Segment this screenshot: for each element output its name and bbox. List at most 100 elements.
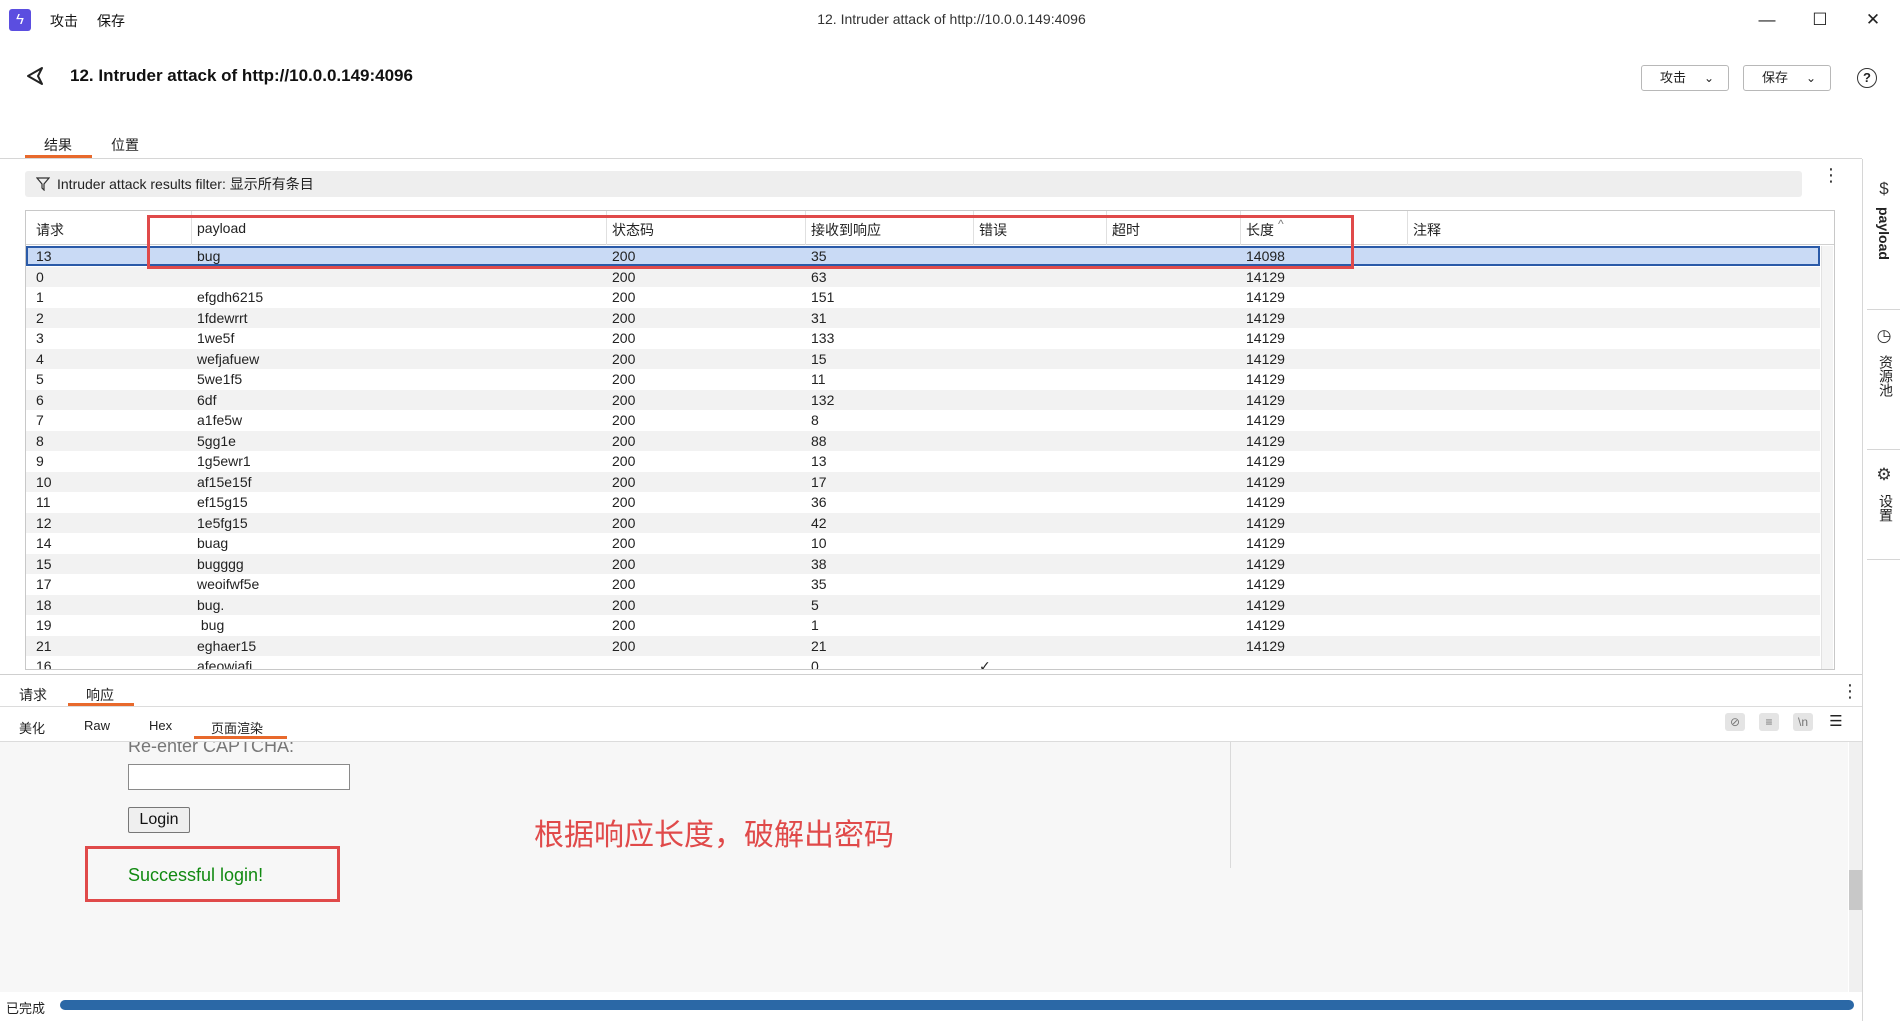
- cell-length: 14129: [1246, 535, 1285, 551]
- view-tab-render[interactable]: 页面渲染: [211, 718, 263, 737]
- cell-request: 7: [36, 412, 44, 428]
- column-separator[interactable]: [973, 211, 974, 245]
- login-button[interactable]: Login: [128, 807, 190, 833]
- column-payload[interactable]: payload: [197, 220, 246, 236]
- panel-splitter[interactable]: [0, 674, 1862, 675]
- cell-length: 14129: [1246, 637, 1285, 654]
- table-row[interactable]: 12 1e5fg15 200 42 14129: [26, 512, 1820, 533]
- minimize-icon[interactable]: —: [1749, 6, 1785, 34]
- table-row[interactable]: 4 wefjafuew 200 15 14129: [26, 348, 1820, 369]
- table-row[interactable]: 13 bug 200 35 14098: [26, 246, 1820, 266]
- captcha-label: Re-enter CAPTCHA:: [128, 742, 295, 756]
- maximize-icon[interactable]: ☐: [1802, 6, 1838, 34]
- column-comment[interactable]: 注释: [1413, 220, 1441, 240]
- tab-request[interactable]: 请求: [19, 685, 47, 705]
- cell-length: 14129: [1246, 514, 1285, 531]
- attack-dropdown-button[interactable]: 攻击 ⌄: [1641, 65, 1729, 91]
- render-scrollbar-thumb[interactable]: [1849, 870, 1862, 910]
- results-filter-bar[interactable]: Intruder attack results filter: 显示所有条目: [25, 171, 1802, 197]
- close-icon[interactable]: ✕: [1855, 6, 1891, 34]
- cell-payload: efgdh6215: [197, 289, 264, 305]
- tab-response[interactable]: 响应: [86, 685, 114, 705]
- back-icon[interactable]: [24, 65, 46, 87]
- captcha-input[interactable]: [128, 764, 350, 790]
- menu-icon[interactable]: ☰: [1826, 713, 1846, 731]
- column-length[interactable]: 长度: [1246, 220, 1274, 240]
- column-separator[interactable]: [606, 211, 607, 245]
- table-row[interactable]: 9 1g5ewr1 200 13 14129: [26, 451, 1820, 471]
- table-row[interactable]: 21 eghaer15 200 21 14129: [26, 635, 1820, 656]
- table-row[interactable]: 8 5gg1e 200 88 14129: [26, 430, 1820, 451]
- rail-payload-label[interactable]: payload: [1876, 207, 1892, 260]
- column-request[interactable]: 请求: [36, 220, 64, 240]
- table-row[interactable]: 16 afeowiafj 0 ✓: [26, 656, 1820, 670]
- table-row[interactable]: 14 buag 200 10 14129: [26, 533, 1820, 553]
- clock-icon[interactable]: ◷: [1874, 326, 1894, 346]
- cell-request: 5: [36, 371, 44, 387]
- column-response-received[interactable]: 接收到响应: [811, 220, 881, 240]
- column-separator[interactable]: [805, 211, 806, 245]
- cell-request: 2: [36, 309, 44, 326]
- table-row[interactable]: 17 weoifwf5e 200 35 14129: [26, 574, 1820, 594]
- column-separator[interactable]: [191, 211, 192, 245]
- table-row[interactable]: 2 1fdewrrt 200 31 14129: [26, 307, 1820, 328]
- save-button-label: 保存: [1762, 70, 1789, 85]
- save-dropdown-button[interactable]: 保存 ⌄: [1743, 65, 1831, 91]
- table-row[interactable]: 3 1we5f 200 133 14129: [26, 328, 1820, 348]
- column-timeout[interactable]: 超时: [1112, 220, 1140, 240]
- cell-payload: 5gg1e: [197, 432, 236, 449]
- view-tab-raw[interactable]: Raw: [84, 718, 110, 733]
- tab-results[interactable]: 结果: [44, 135, 72, 155]
- column-separator[interactable]: [1106, 211, 1107, 245]
- gear-icon[interactable]: ⚙: [1874, 465, 1894, 485]
- table-row[interactable]: 10 af15e15f 200 17 14129: [26, 471, 1820, 492]
- cell-status-code: 200: [612, 350, 636, 367]
- menu-attack[interactable]: 攻击: [50, 11, 78, 31]
- column-separator[interactable]: [1407, 211, 1408, 245]
- table-row[interactable]: 7 a1fe5w 200 8 14129: [26, 410, 1820, 430]
- cell-response-received: 42: [811, 514, 827, 531]
- cell-payload: bugggg: [197, 555, 244, 572]
- table-row[interactable]: 6 6df 200 132 14129: [26, 389, 1820, 410]
- table-row[interactable]: 0 200 63 14129: [26, 266, 1820, 287]
- table-scrollbar[interactable]: [1821, 246, 1833, 669]
- payload-icon[interactable]: $: [1874, 179, 1894, 199]
- menu-save[interactable]: 保存: [97, 11, 125, 31]
- cell-status-code: 200: [612, 473, 636, 490]
- view-tab-pretty[interactable]: 美化: [19, 718, 45, 737]
- table-row[interactable]: 11 ef15g15 200 36 14129: [26, 492, 1820, 512]
- hide-icon[interactable]: ⊘: [1725, 713, 1745, 731]
- cell-length: 14129: [1246, 576, 1285, 592]
- column-status-code[interactable]: 状态码: [612, 220, 654, 240]
- chevron-down-icon: ⌄: [1805, 71, 1816, 85]
- cell-payload: 1g5ewr1: [197, 453, 251, 469]
- table-row[interactable]: 1 efgdh6215 200 151 14129: [26, 287, 1820, 307]
- cell-response-received: 35: [811, 248, 827, 264]
- show-newlines-icon[interactable]: \n: [1793, 713, 1813, 731]
- cell-length: 14129: [1246, 617, 1285, 633]
- rail-settings-label[interactable]: 设置: [1876, 494, 1896, 522]
- annotation-text: 根据响应长度，破解出密码: [534, 819, 894, 852]
- wrap-lines-icon[interactable]: ≡: [1759, 713, 1779, 731]
- filter-more-icon[interactable]: ⋮: [1822, 166, 1840, 184]
- view-tab-hex[interactable]: Hex: [149, 718, 172, 733]
- render-scrollbar[interactable]: [1849, 742, 1862, 992]
- cell-error: ✓: [979, 658, 991, 670]
- column-error[interactable]: 错误: [979, 220, 1007, 240]
- cell-status-code: 200: [612, 289, 636, 305]
- rail-resource-pool-label[interactable]: 资源池: [1876, 355, 1896, 397]
- table-row[interactable]: 15 bugggg 200 38 14129: [26, 553, 1820, 574]
- table-row[interactable]: 19 bug 200 1 14129: [26, 615, 1820, 635]
- tab-positions[interactable]: 位置: [111, 135, 139, 155]
- column-separator[interactable]: [1240, 211, 1241, 245]
- table-row[interactable]: 18 bug. 200 5 14129: [26, 594, 1820, 615]
- cell-request: 9: [36, 453, 44, 469]
- table-row[interactable]: 5 5we1f5 200 11 14129: [26, 369, 1820, 389]
- sort-ascending-icon[interactable]: ^: [1278, 217, 1284, 231]
- cell-response-received: 17: [811, 473, 827, 490]
- cell-length: 14129: [1246, 432, 1285, 449]
- help-icon[interactable]: ?: [1857, 68, 1877, 88]
- response-more-icon[interactable]: ⋮: [1841, 682, 1859, 700]
- page-title: 12. Intruder attack of http://10.0.0.149…: [70, 66, 413, 85]
- cell-request: 3: [36, 330, 44, 346]
